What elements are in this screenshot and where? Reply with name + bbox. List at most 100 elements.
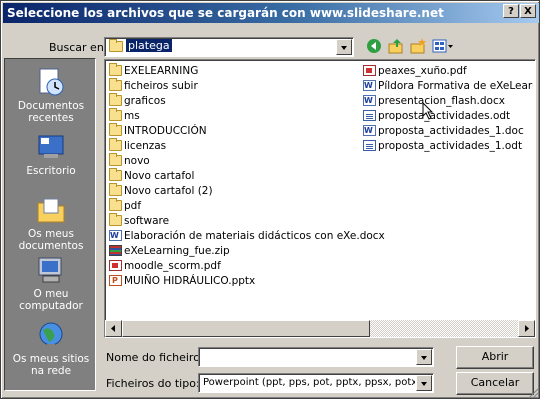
word-document-icon [109,229,122,243]
list-item[interactable]: software [109,213,170,229]
folder-icon [109,213,122,226]
filename-dropdown-button[interactable] [416,349,432,365]
folder-icon [109,138,122,151]
network-places-icon [35,320,67,350]
list-item[interactable]: INTRODUCCIÓN [109,123,207,139]
place-label: Os meus sitios na rede [12,353,90,377]
filetype-value: Powerpoint (ppt, pps, pot, pptx, ppsx, p… [203,377,415,388]
list-item[interactable]: proposta_actividades_1.doc [363,124,524,139]
file-name: graficos [124,95,166,107]
list-item[interactable]: eXeLearning_fue.zip [109,244,230,259]
file-open-dialog: Seleccione los archivos que se cargarán … [0,0,540,399]
file-name: pdf [124,200,142,212]
close-button[interactable]: X [520,4,536,18]
file-name: eXeLearning_fue.zip [124,245,230,257]
place-recent-documents[interactable]: Documentos recentes [5,67,97,124]
word-document-icon [363,79,376,93]
list-item[interactable]: ms [109,108,140,124]
list-item[interactable]: proposta_actividades.odt [363,109,510,124]
filetype-label: Ficheiros do tipo: [106,377,200,390]
my-documents-icon [35,195,67,225]
resize-grip-icon[interactable] [527,387,539,399]
filetype-select[interactable]: Powerpoint (ppt, pps, pot, pptx, ppsx, p… [198,373,434,393]
file-name: ficheiros subir [124,80,198,92]
zip-archive-icon [109,245,122,256]
list-item[interactable]: moodle_scorm.pdf [109,259,221,274]
file-name: peaxes_xuño.pdf [378,65,467,77]
file-name: novo [124,155,150,167]
file-name: proposta_actividades_1.doc [378,125,524,137]
scroll-right-button[interactable] [518,320,535,337]
scroll-left-button[interactable] [105,320,122,337]
file-name: presentacion_flash.docx [378,95,505,107]
file-name: ms [124,110,140,122]
new-folder-icon[interactable] [409,37,427,55]
file-name: INTRODUCCIÓN [124,125,207,137]
my-computer-icon [35,255,67,285]
pdf-file-icon [109,260,122,271]
odt-document-icon [363,140,376,151]
file-list[interactable]: EXELEARNING ficheiros subir graficos ms … [104,59,536,338]
file-name: Novo cartafol [124,170,195,182]
cancel-button[interactable]: Cancelar [456,372,534,395]
list-item[interactable]: EXELEARNING [109,63,199,79]
list-item[interactable]: Elaboración de materiais didácticos con … [109,229,385,244]
look-in-value: platega [126,39,172,52]
folder-icon [109,183,122,196]
pdf-file-icon [363,65,376,76]
file-name: EXELEARNING [124,65,199,77]
list-item[interactable]: MUIÑO HIDRÁULICO.pptx [109,274,255,289]
list-item[interactable]: graficos [109,93,166,109]
view-menu-icon[interactable] [431,37,455,55]
file-name: Píldora Formativa de eXeLearning.d [378,80,533,92]
folder-icon [109,123,122,136]
list-item[interactable]: pdf [109,198,142,214]
list-item[interactable]: Novo cartafol (2) [109,183,213,199]
dialog-title: Seleccione los archivos que se cargarán … [7,6,444,20]
mouse-cursor-icon [422,102,434,120]
places-bar: Documentos recentes Escritorio Os meus d… [4,58,96,391]
word-document-icon [363,94,376,108]
place-my-computer[interactable]: O meu computador [5,255,97,312]
file-name: moodle_scorm.pdf [124,260,221,272]
list-item[interactable]: proposta_actividades_1.odt [363,139,522,154]
file-name: proposta_actividades_1.odt [378,140,523,152]
folder-icon [109,39,123,52]
list-item[interactable]: peaxes_xuño.pdf [363,64,467,79]
list-item[interactable]: ficheiros subir [109,78,198,94]
folder-icon [109,93,122,106]
place-desktop[interactable]: Escritorio [5,132,97,177]
horizontal-scrollbar[interactable] [105,320,535,337]
list-item[interactable]: licenzas [109,138,167,154]
list-item[interactable]: Píldora Formativa de eXeLearning.d [363,79,533,94]
odt-document-icon [363,110,376,121]
folder-icon [109,153,122,166]
place-my-documents[interactable]: Os meus documentos [5,195,97,252]
desktop-icon [35,132,67,162]
file-name: software [124,215,170,227]
open-button[interactable]: Abrir [456,346,534,369]
look-in-combo[interactable]: platega [104,37,354,57]
file-name: Novo cartafol (2) [124,185,213,197]
word-document-icon [363,124,376,138]
recent-documents-icon [35,67,67,97]
list-item[interactable]: novo [109,153,150,169]
place-label: Documentos recentes [17,100,85,124]
filename-input[interactable] [198,347,434,367]
place-label: Os meus documentos [18,228,84,252]
file-name: licenzas [124,140,167,152]
up-folder-icon[interactable] [387,37,405,55]
scroll-thumb[interactable] [122,320,370,337]
filename-label: Nome do ficheiro: [106,351,204,364]
filetype-dropdown-button[interactable] [416,375,432,391]
place-label: Escritorio [26,165,76,177]
help-button[interactable]: ? [503,4,519,18]
file-name: proposta_actividades.odt [378,110,511,122]
look-in-label: Buscar en: [49,41,108,54]
back-icon[interactable] [365,37,383,55]
folder-icon [109,198,122,211]
place-network[interactable]: Os meus sitios na rede [5,320,97,377]
file-name: Elaboración de materiais didácticos con … [124,230,385,242]
list-item[interactable]: Novo cartafol [109,168,195,184]
look-in-dropdown-button[interactable] [336,39,352,55]
